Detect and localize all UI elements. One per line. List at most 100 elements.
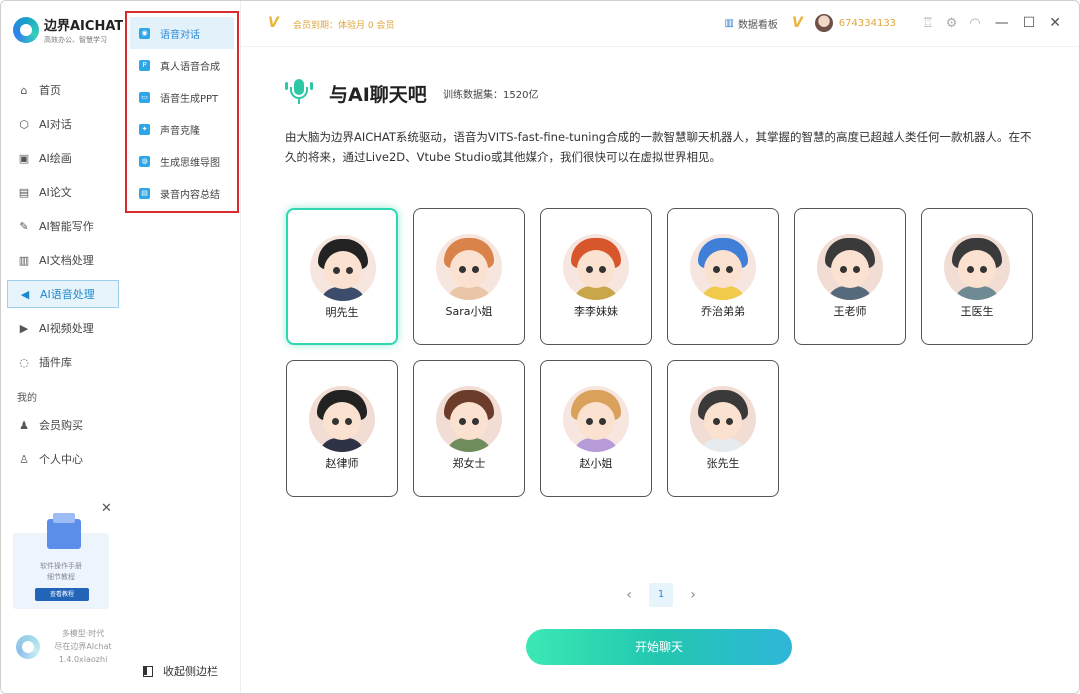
voice-submenu: ◉ 语音对话 P 真人语音合成 ▭ 语音生成PPT ✦ 声音克隆 ◍ 生成思维导图 ▤ 录音… [123,1,241,693]
promo-line2: 细节教程 [47,573,75,581]
submenu-item-mindmap[interactable]: ◍ 生成思维导图 [127,145,237,177]
pen-icon: ✎ [19,219,29,233]
vip-badge-icon[interactable]: V [792,15,803,31]
character-card[interactable]: 张先生 [667,360,779,497]
ppt-icon: ▭ [139,91,150,103]
sidebar-item-home[interactable]: ⌂ 首页 [7,73,119,107]
minimize-button[interactable]: — [995,15,1009,31]
headset-icon[interactable]: ◠ [969,16,980,31]
character-card[interactable]: 李李妹妹 [540,208,652,345]
character-card[interactable]: 明先生 [286,208,398,345]
character-card[interactable]: 赵律师 [286,360,398,497]
page-number[interactable]: 1 [649,583,673,607]
promo-close-icon[interactable]: ✕ [101,501,112,516]
submenu-item-tts[interactable]: P 真人语音合成 [127,49,237,81]
user-id[interactable]: 674334133 [839,18,896,29]
brand: 边界AICHAT 高效办公、智慧学习 [13,15,123,45]
sidebar: 边界AICHAT 高效办公、智慧学习 ⌂ 首页 ⬡ AI对话 ▣ AI绘画 ▤ AI论文… [1,1,123,693]
character-card[interactable]: 赵小姐 [540,360,652,497]
image-icon: ▣ [18,151,30,165]
submenu-item-voice-chat[interactable]: ◉ 语音对话 [130,17,234,49]
vip-status[interactable]: 会员到期：体验月 0 会员 [293,18,394,31]
top-right-tools: ▥ 数据看板 V 674334133 ♖ ⚙ ◠ — ☐ ✕ [724,14,1061,32]
sidebar-item-profile[interactable]: ♙ 个人中心 [7,442,119,476]
vip-logo-icon: V [268,15,279,31]
profile-icon: ♙ [19,452,29,466]
mindmap-icon: ◍ [139,155,150,167]
sidebar-item-ai-painting[interactable]: ▣ AI绘画 [7,141,119,175]
character-avatar [563,234,629,300]
sidebar-item-ai-writing[interactable]: ✎ AI智能写作 [7,209,119,243]
brand-tagline: 高效办公、智慧学习 [44,36,107,44]
app-window: 边界AICHAT 高效办公、智慧学习 ⌂ 首页 ⬡ AI对话 ▣ AI绘画 ▤ AI论文… [0,0,1080,694]
character-card[interactable]: Sara小姐 [413,208,525,345]
character-name: 赵律师 [325,457,359,470]
sidebar-item-ai-document[interactable]: ▥ AI文档处理 [7,243,119,277]
sidebar-item-label: 个人中心 [39,453,83,466]
sidebar-item-label: AI论文 [39,186,72,199]
character-name: 王医生 [960,305,994,318]
character-name: 乔治弟弟 [701,305,745,318]
promo-line1: 软件操作手册 [40,562,82,570]
footer-line2: 尽在边界AIchat [54,642,112,651]
view-tutorial-button[interactable]: 查看教程 [35,588,89,601]
file-icon: ▥ [18,253,30,267]
sidebar-item-plugins[interactable]: ◌ 插件库 [7,345,119,379]
sidebar-item-label: 首页 [39,84,61,97]
gear-icon[interactable]: ⚙ [946,16,958,31]
avatar[interactable] [814,14,833,32]
bar-chart-icon: ▥ [724,17,734,29]
version: 1.4.0xiaozhi [58,655,108,664]
dashboard-button[interactable]: ▥ 数据看板 [724,16,777,31]
submenu-item-label: 生成思维导图 [160,157,220,169]
description: 由大脑为边界AICHAT系统驱动，语音为VITS-fast-fine-tunin… [285,130,1032,164]
character-name: 明先生 [325,306,359,319]
character-card[interactable]: 王老师 [794,208,906,345]
sidebar-item-membership[interactable]: ♟ 会员购买 [7,408,119,442]
shirt-icon[interactable]: ♖ [922,16,934,31]
submenu-item-label: 语音生成PPT [160,93,219,105]
footer-info: 多模型·时代 尽在边界AIchat 1.4.0xiaozhi [45,627,121,666]
submenu-item-voice-ppt[interactable]: ▭ 语音生成PPT [127,81,237,113]
sidebar-item-ai-chat[interactable]: ⬡ AI对话 [7,107,119,141]
close-button[interactable]: ✕ [1049,15,1061,31]
bulb-icon: ◌ [19,355,29,369]
character-card[interactable]: 郑女士 [413,360,525,497]
character-name: 赵小姐 [579,457,613,470]
character-avatar [817,234,883,300]
sidebar-item-ai-video[interactable]: ▶ AI视频处理 [7,311,119,345]
sidebar-item-label: AI对话 [39,118,72,131]
submenu-item-recording-summary[interactable]: ▤ 录音内容总结 [127,177,237,209]
document-icon: ▤ [18,185,30,199]
clone-icon: ✦ [139,123,150,135]
microphone-icon [285,77,313,105]
collapse-label: 收起侧边栏 [163,665,218,678]
maximize-button[interactable]: ☐ [1023,15,1036,31]
main-content: 与AI聊天吧 训练数据集：1520亿 由大脑为边界AICHAT系统驱动，语音为V… [241,47,1079,693]
sidebar-item-label: AI语音处理 [40,288,95,301]
next-page-icon[interactable]: › [683,587,703,603]
character-avatar [944,234,1010,300]
pagination: ‹ 1 › [619,583,703,607]
collapse-sidebar-button[interactable]: 收起侧边栏 [143,663,218,679]
sidebar-item-ai-voice[interactable]: ◀ AI语音处理 [7,280,119,308]
submenu-item-label: 真人语音合成 [160,61,220,73]
footer-line1: 多模型·时代 [61,629,105,638]
character-card[interactable]: 王医生 [921,208,1033,345]
sidebar-item-label: AI绘画 [39,152,72,165]
cube-icon: ⬡ [19,117,29,131]
start-chat-button[interactable]: 开始聊天 [526,629,792,665]
p-badge-icon: P [139,59,150,71]
video-icon: ▶ [19,321,29,335]
character-avatar [563,386,629,452]
submenu-item-label: 语音对话 [160,29,200,41]
brand-logo-icon [13,17,39,43]
sidebar-item-label: AI智能写作 [39,220,94,233]
submenu-item-voice-clone[interactable]: ✦ 声音克隆 [127,113,237,145]
prev-page-icon[interactable]: ‹ [619,587,639,603]
character-card[interactable]: 乔治弟弟 [667,208,779,345]
submenu-item-label: 声音克隆 [160,125,200,137]
character-avatar [309,386,375,452]
character-avatar [690,386,756,452]
sidebar-item-ai-paper[interactable]: ▤ AI论文 [7,175,119,209]
